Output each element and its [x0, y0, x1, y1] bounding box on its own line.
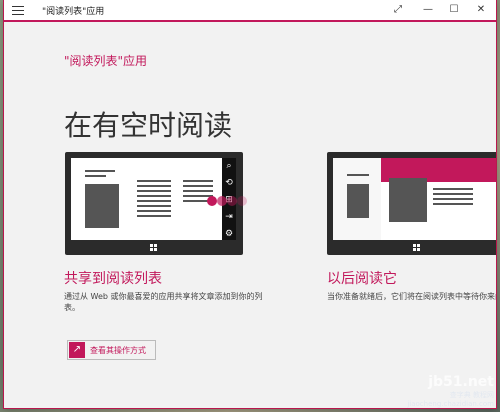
search-icon: ⌕ — [226, 161, 232, 171]
app-title: "阅读列表"应用 — [64, 54, 148, 68]
minimize-button[interactable]: — — [414, 0, 442, 20]
section-desc-share: 通过从 Web 或你最喜爱的应用共享将文章添加到你的列表。 — [64, 292, 263, 312]
section-title-share: 共享到阅读列表 — [64, 271, 162, 287]
windows-logo-icon — [150, 244, 158, 252]
article-lines — [85, 170, 115, 180]
article-image — [85, 184, 119, 228]
fullscreen-icon[interactable]: ⤢ — [384, 0, 412, 20]
tablet-screen — [333, 158, 496, 240]
article-lines — [433, 188, 473, 208]
see-how-button[interactable]: ↗ 查看其操作方式 — [67, 340, 156, 360]
title-bar: "阅读列表"应用 ⤢ — ☐ ✕ — [4, 0, 496, 21]
tablet-illustration: ⌕ ⟲ ⊞ ⇥ ⚙ — [65, 152, 247, 255]
arrow-icon: ↗ — [69, 342, 85, 358]
article-lines — [137, 180, 171, 220]
settings-icon: ⚙ — [224, 229, 234, 239]
touch-dot — [227, 196, 237, 206]
watermark-url: jiaocheng.chazidian.com — [407, 400, 494, 408]
hero-heading: 在有空时阅读 — [64, 109, 233, 142]
watermark-main: jb51.net — [428, 374, 494, 390]
touch-dot — [207, 196, 217, 206]
touch-dot — [237, 196, 247, 206]
accent-divider — [4, 20, 496, 22]
app-window: "阅读列表"应用 ⤢ — ☐ ✕ "阅读列表"应用 在有空时阅读 ⌕ ⟲ ⊞ ⇥… — [4, 0, 496, 408]
article-image — [389, 178, 427, 222]
windows-logo-icon — [413, 244, 421, 252]
maximize-button[interactable]: ☐ — [440, 0, 468, 20]
hamburger-menu-icon[interactable] — [12, 6, 24, 15]
watermark-site: 查字典 教程网 — [449, 391, 494, 399]
tablet-illustration-2 — [327, 152, 496, 255]
see-how-label: 查看其操作方式 — [90, 346, 146, 355]
article-lines — [347, 174, 369, 179]
section-title-read-later: 以后阅读它 — [327, 271, 397, 287]
touch-dot — [217, 196, 227, 206]
close-button[interactable]: ✕ — [467, 0, 495, 20]
share-icon: ⟲ — [225, 178, 233, 188]
devices-icon: ⇥ — [225, 212, 233, 222]
article-image — [347, 184, 369, 218]
tablet-screen — [71, 158, 222, 240]
window-title: "阅读列表"应用 — [42, 7, 105, 17]
section-desc-read-later: 当你准备就绪后，它们将在阅读列表中等待你来阅 — [327, 292, 496, 301]
watermark: jb51.net 查字典 教程网 jiaocheng.chazidian.com — [407, 374, 494, 408]
